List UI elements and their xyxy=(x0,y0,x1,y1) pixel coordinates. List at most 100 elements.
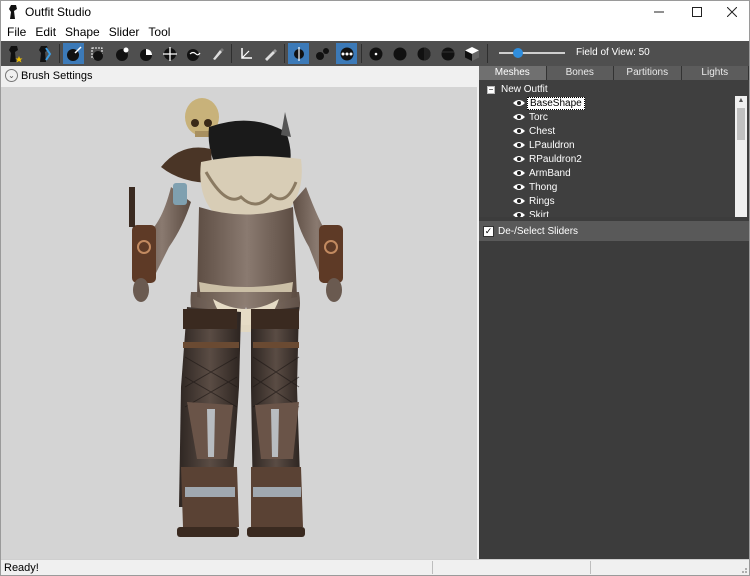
weight-brush-button[interactable] xyxy=(207,43,228,64)
eye-icon[interactable] xyxy=(513,127,525,135)
eye-icon[interactable] xyxy=(513,141,525,149)
right-panel: Meshes Bones Partitions Lights − New Out… xyxy=(479,66,749,559)
title-bar: Outfit Studio xyxy=(1,1,749,23)
toolbar-separator xyxy=(59,44,60,63)
masks-icon xyxy=(441,47,454,60)
select-brush-icon xyxy=(66,45,82,61)
chevron-down-icon[interactable]: ⌄ xyxy=(5,69,18,82)
mesh-name: Chest xyxy=(529,125,556,137)
character-model-render xyxy=(129,98,343,537)
deflate-brush-button[interactable] xyxy=(135,43,156,64)
menu-edit[interactable]: Edit xyxy=(31,23,61,41)
tab-bones[interactable]: Bones xyxy=(546,66,614,80)
mesh-tree-item[interactable]: Thong xyxy=(513,180,559,194)
inflate-brush-button[interactable] xyxy=(111,43,132,64)
brush-settings-label: Brush Settings xyxy=(21,70,93,82)
mesh-name: Thong xyxy=(529,181,558,193)
transform-axes-icon xyxy=(240,47,252,59)
eye-icon[interactable] xyxy=(513,169,525,177)
mesh-name: Skirt xyxy=(529,209,549,218)
mirror-icon xyxy=(293,46,304,61)
toolbar-separator xyxy=(231,44,232,63)
vertices-icon xyxy=(369,47,382,60)
select-sliders-checkbox[interactable]: ✓ xyxy=(483,225,494,237)
mesh-tree-item[interactable]: BaseShape xyxy=(513,96,585,110)
move-brush-icon xyxy=(162,46,177,61)
mesh-tree-item[interactable]: LPauldron xyxy=(513,138,577,152)
load-reference-icon xyxy=(38,45,51,62)
transform-button[interactable] xyxy=(235,43,256,64)
mesh-tree-item[interactable]: Rings xyxy=(513,194,557,208)
scroll-thumb[interactable] xyxy=(737,108,745,140)
status-separator xyxy=(432,561,433,574)
pivot-button[interactable] xyxy=(259,43,280,64)
mesh-tree-item[interactable]: Chest xyxy=(513,124,557,138)
show-lighting-button[interactable] xyxy=(413,43,434,64)
cube-icon xyxy=(464,46,479,61)
mesh-tree-item[interactable]: Skirt xyxy=(513,208,551,217)
resize-grip-icon[interactable] xyxy=(738,564,748,574)
minimize-icon xyxy=(654,11,664,13)
show-textures-button[interactable] xyxy=(461,43,482,64)
sliders-header[interactable]: ✓ De-/Select Sliders xyxy=(479,221,749,241)
scroll-up-icon[interactable]: ▲ xyxy=(735,96,747,106)
maximize-button[interactable] xyxy=(680,1,714,23)
mask-brush-icon xyxy=(91,47,103,61)
mirror-x-button[interactable] xyxy=(288,43,309,64)
menu-slider[interactable]: Slider xyxy=(105,23,145,41)
eye-icon[interactable] xyxy=(513,183,525,191)
app-window: Outfit Studio File Edit Shape Slider Too… xyxy=(0,0,750,576)
mesh-tree-item[interactable]: Torc xyxy=(513,110,550,124)
tree-root[interactable]: − New Outfit xyxy=(487,84,548,95)
show-wireframe-button[interactable] xyxy=(389,43,410,64)
maximize-icon xyxy=(692,7,702,17)
show-masks-button[interactable] xyxy=(437,43,458,64)
mesh-name: LPauldron xyxy=(529,139,575,151)
close-button[interactable] xyxy=(715,1,749,23)
pencil-icon xyxy=(264,48,277,61)
field-of-view-slider[interactable] xyxy=(499,48,565,58)
inflate-brush-icon xyxy=(115,47,128,61)
eye-icon[interactable] xyxy=(513,197,525,205)
eye-icon[interactable] xyxy=(513,99,525,107)
select-brush-button[interactable] xyxy=(63,43,84,64)
smooth-brush-button[interactable] xyxy=(183,43,204,64)
new-project-icon xyxy=(8,45,22,62)
mesh-name: Torc xyxy=(529,111,548,123)
connected-only-button[interactable] xyxy=(312,43,333,64)
minimize-button[interactable] xyxy=(642,1,676,23)
show-vertices-button[interactable] xyxy=(365,43,386,64)
lighting-icon xyxy=(417,47,430,60)
tab-lights[interactable]: Lights xyxy=(681,66,749,80)
status-bar: Ready! xyxy=(1,559,749,575)
close-icon xyxy=(727,7,737,17)
tab-partitions[interactable]: Partitions xyxy=(614,66,682,80)
3d-viewport[interactable] xyxy=(1,87,477,559)
menu-bar: File Edit Shape Slider Tool xyxy=(1,23,749,41)
tab-meshes[interactable]: Meshes xyxy=(479,66,547,80)
new-project-button[interactable] xyxy=(4,43,25,64)
deflate-brush-icon xyxy=(139,48,152,61)
eye-icon[interactable] xyxy=(513,211,525,217)
global-brush-button[interactable] xyxy=(336,43,357,64)
smooth-brush-icon xyxy=(186,48,200,61)
mesh-tree-scrollbar[interactable]: ▲ ▼ xyxy=(735,96,747,217)
menu-file[interactable]: File xyxy=(3,23,31,41)
brush-settings-bar[interactable]: ⌄ Brush Settings xyxy=(1,66,477,87)
mesh-tree-item[interactable]: RPauldron2 xyxy=(513,152,584,166)
mask-brush-button[interactable] xyxy=(87,43,108,64)
load-reference-button[interactable] xyxy=(34,43,55,64)
status-separator xyxy=(590,561,591,574)
menu-tool[interactable]: Tool xyxy=(144,23,175,41)
mesh-tree-item[interactable]: ArmBand xyxy=(513,166,573,180)
sliders-header-label: De-/Select Sliders xyxy=(498,225,579,237)
outfit-studio-logo-icon xyxy=(9,5,17,19)
tree-root-label: New Outfit xyxy=(501,84,548,95)
menu-shape[interactable]: Shape xyxy=(61,23,105,41)
collapse-icon[interactable]: − xyxy=(487,85,495,94)
eye-icon[interactable] xyxy=(513,113,525,121)
weight-paint-icon xyxy=(212,47,224,60)
slider-thumb[interactable] xyxy=(513,48,523,58)
move-brush-button[interactable] xyxy=(159,43,180,64)
eye-icon[interactable] xyxy=(513,155,525,163)
